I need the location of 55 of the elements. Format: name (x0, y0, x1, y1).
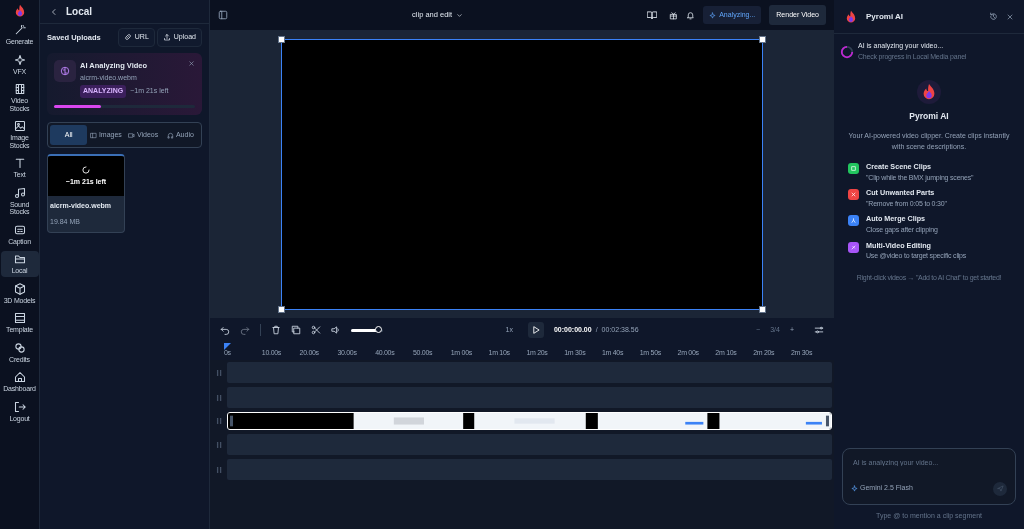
redo-icon (240, 325, 250, 335)
trash-icon (271, 325, 281, 335)
assistant-logo-icon (844, 9, 858, 24)
assistant-name: Pyromi AI (909, 110, 949, 123)
sidebar-toggle-icon (218, 10, 228, 20)
chevron-down-icon (456, 11, 464, 19)
magic-wand-icon (13, 24, 26, 36)
close-icon (1006, 12, 1014, 21)
drag-handle-icon (215, 440, 223, 449)
progress-ring-icon (840, 44, 854, 59)
resize-handle[interactable] (759, 35, 766, 43)
bell-icon (686, 10, 696, 20)
scissors-icon (311, 325, 321, 335)
drag-handle-icon (215, 417, 223, 425)
caption-icon (13, 223, 26, 236)
sparkle-icon (13, 53, 26, 66)
resize-handle[interactable] (278, 305, 285, 313)
home-icon (13, 371, 26, 383)
sparkle-icon (851, 485, 858, 492)
music-icon (13, 186, 26, 199)
sparkle-icon (709, 11, 717, 19)
video-icon (128, 131, 135, 139)
resize-handle[interactable] (278, 35, 285, 43)
image-icon (13, 120, 26, 132)
logout-icon (13, 400, 26, 413)
speaker-icon (331, 325, 341, 335)
gift-icon (669, 10, 679, 20)
film-icon (13, 83, 26, 95)
brain-icon (54, 59, 76, 82)
cube-icon (13, 282, 26, 295)
settings-icon (814, 324, 824, 335)
folder-icon (13, 253, 26, 265)
volume-thumb[interactable] (374, 326, 382, 333)
upload-icon (162, 33, 171, 42)
link-icon (123, 33, 132, 42)
text-icon (13, 157, 26, 169)
duplicate-icon (291, 325, 301, 335)
history-icon (989, 12, 998, 21)
image-icon (89, 131, 97, 139)
drag-handle-icon (215, 465, 223, 474)
drag-handle-icon (215, 368, 223, 377)
coins-icon (13, 341, 26, 354)
layout-icon (13, 312, 26, 324)
play-icon (530, 325, 541, 335)
loading-icon (81, 165, 91, 175)
assistant-title: Pyromi AI (866, 10, 905, 23)
send-icon (996, 485, 1004, 492)
panel-title: Local (66, 5, 93, 19)
undo-icon (220, 325, 230, 335)
resize-handle[interactable] (759, 305, 766, 313)
back-icon (50, 7, 58, 16)
headphones-icon (166, 131, 174, 139)
play-button[interactable] (527, 322, 544, 338)
drag-handle-icon (215, 393, 223, 402)
book-icon (647, 10, 658, 20)
